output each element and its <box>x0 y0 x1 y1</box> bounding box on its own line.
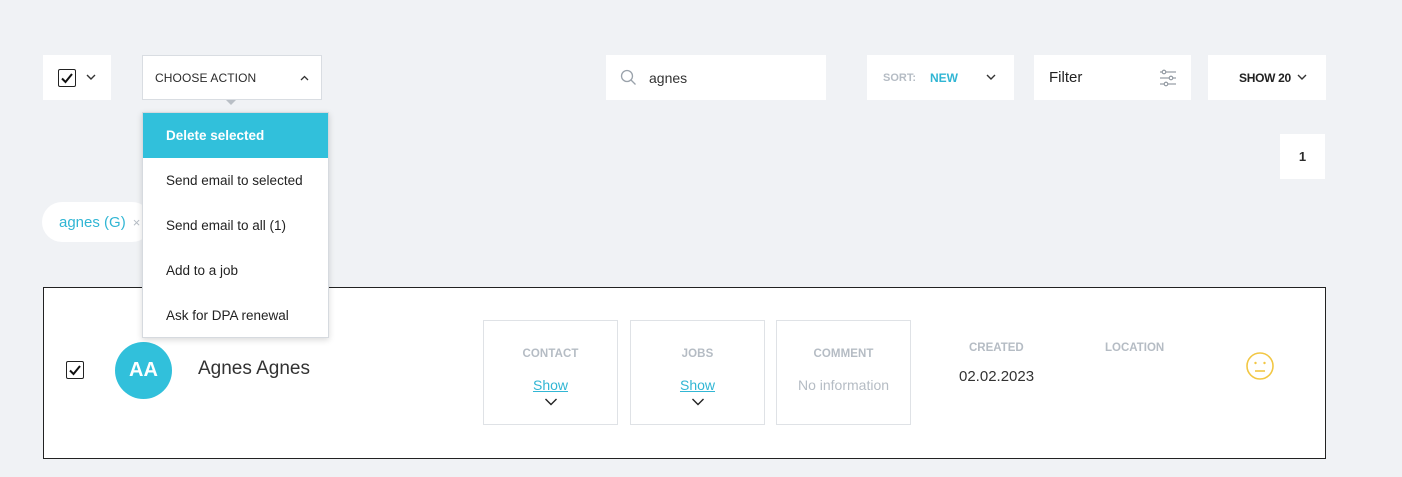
menu-item-add-to-job[interactable]: Add to a job <box>143 248 328 293</box>
menu-item-send-email-all[interactable]: Send email to all (1) <box>143 203 328 248</box>
chevron-up-icon <box>300 75 309 80</box>
filter-tag-label: agnes (G) <box>59 213 126 231</box>
chevron-down-icon <box>986 74 996 80</box>
chevron-down-icon <box>1297 74 1307 80</box>
dropdown-caret <box>226 100 236 105</box>
filter-tag: agnes (G) × <box>42 202 152 242</box>
sort-label: SORT: <box>883 71 916 84</box>
created-header: CREATED <box>969 342 1024 354</box>
chevron-down-icon[interactable] <box>544 397 558 407</box>
sort-dropdown[interactable]: SORT: NEW <box>867 55 1014 100</box>
chevron-down-icon[interactable] <box>691 397 705 407</box>
choose-action-label: CHOOSE ACTION <box>155 70 257 85</box>
comment-value: No information <box>797 377 890 393</box>
filter-label: Filter <box>1049 69 1083 86</box>
search-box <box>606 55 826 100</box>
page-size-label: SHOW 20 <box>1239 70 1291 85</box>
choose-action-dropdown[interactable]: CHOOSE ACTION <box>142 55 322 100</box>
comment-header: COMMENT <box>813 348 874 360</box>
menu-item-dpa-renewal[interactable]: Ask for DPA renewal <box>143 293 328 338</box>
search-icon <box>620 69 636 85</box>
checkmark-icon <box>69 365 81 376</box>
page-size-dropdown[interactable]: SHOW 20 <box>1208 55 1326 100</box>
menu-item-delete-selected[interactable]: Delete selected <box>143 113 328 158</box>
pagination-page[interactable]: 1 <box>1280 134 1325 179</box>
neutral-face-icon[interactable] <box>1245 351 1275 381</box>
chevron-down-icon <box>86 74 96 80</box>
menu-item-send-email-selected[interactable]: Send email to selected <box>143 158 328 203</box>
filter-button[interactable]: Filter <box>1034 55 1191 100</box>
comment-box: COMMENT No information <box>776 320 911 425</box>
contact-box: CONTACT Show <box>483 320 618 425</box>
sliders-icon <box>1160 69 1176 86</box>
checkmark-icon <box>61 72 73 83</box>
location-header: LOCATION <box>1105 342 1165 354</box>
jobs-header: JOBS <box>681 348 714 360</box>
sort-value: NEW <box>930 70 958 85</box>
created-value: 02.02.2023 <box>959 368 1035 385</box>
jobs-show-link[interactable]: Show <box>680 377 715 393</box>
select-all-checkbox[interactable] <box>58 68 76 87</box>
action-menu: Delete selected Send email to selected S… <box>142 112 329 338</box>
jobs-box: JOBS Show <box>630 320 765 425</box>
remove-tag-icon[interactable]: × <box>133 215 141 230</box>
candidate-name[interactable]: Agnes Agnes <box>198 358 310 380</box>
avatar[interactable]: AA <box>115 342 172 399</box>
search-input[interactable] <box>649 69 799 86</box>
contact-show-link[interactable]: Show <box>533 377 568 393</box>
contact-header: CONTACT <box>522 348 579 360</box>
select-all-dropdown[interactable] <box>43 55 111 100</box>
candidate-checkbox[interactable] <box>66 361 84 379</box>
